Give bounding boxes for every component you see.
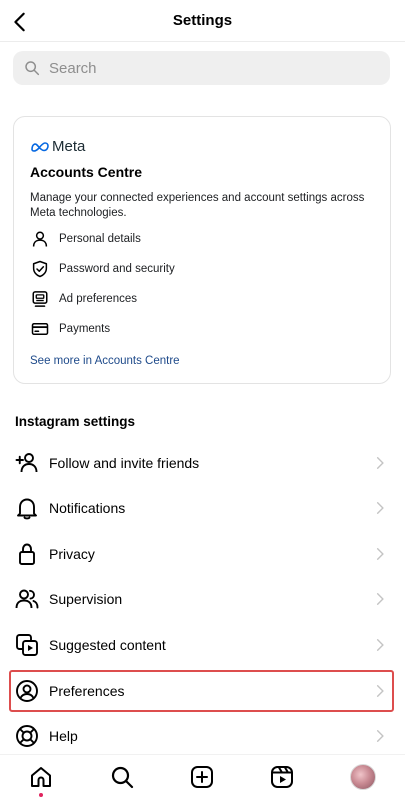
settings-item-privacy[interactable]: Privacy (0, 531, 405, 576)
settings-item-supervision[interactable]: Supervision (0, 576, 405, 621)
accounts-centre-description: Manage your connected experiences and ac… (30, 192, 365, 219)
settings-item-notifications[interactable]: Notifications (0, 485, 405, 530)
search-input[interactable] (49, 59, 349, 77)
card-item-label: Payments (59, 323, 111, 335)
settings-item-preferences[interactable]: Preferences (0, 668, 405, 713)
see-more-accounts-centre-link[interactable]: See more in Accounts Centre (30, 355, 180, 367)
section-title-instagram-settings: Instagram settings (15, 414, 136, 429)
bottom-nav (0, 754, 405, 800)
chevron-right-icon (376, 501, 384, 514)
notification-dot (39, 793, 43, 797)
chevron-right-icon (376, 592, 384, 605)
chevron-right-icon (376, 729, 384, 742)
search-icon (111, 766, 134, 789)
card-item-label: Password and security (59, 263, 175, 275)
account-circle-icon (14, 678, 40, 704)
card-item-label: Personal details (59, 233, 141, 245)
header: Settings (0, 0, 405, 42)
people-icon (14, 586, 40, 612)
search-icon (25, 61, 40, 76)
nav-reels-button[interactable] (268, 763, 296, 791)
settings-item-suggested-content[interactable]: Suggested content (0, 622, 405, 667)
card-item-ad-preferences[interactable]: Ad preferences (30, 287, 370, 311)
bell-icon (14, 495, 40, 521)
chevron-right-icon (376, 638, 384, 651)
nav-home-button[interactable] (27, 763, 55, 791)
avatar (350, 764, 376, 790)
accounts-centre-card[interactable]: Meta Accounts Centre Manage your connect… (13, 116, 391, 384)
settings-item-follow-invite[interactable]: Follow and invite friends (0, 440, 405, 485)
nav-profile-button[interactable] (349, 763, 377, 791)
card-item-label: Ad preferences (59, 293, 137, 305)
settings-screen: Settings Meta Accounts Centre Manage you… (0, 0, 405, 800)
home-icon (31, 767, 51, 787)
settings-item-label: Privacy (49, 545, 95, 562)
meta-infinity-icon (31, 141, 49, 152)
person-icon (30, 229, 50, 249)
nav-search-button[interactable] (108, 763, 136, 791)
chevron-right-icon (376, 456, 384, 469)
shield-check-icon (30, 259, 50, 279)
meta-logo: Meta (30, 138, 85, 155)
settings-item-label: Help (49, 727, 78, 744)
ad-monitor-icon (30, 289, 50, 309)
card-item-payments[interactable]: Payments (30, 317, 370, 341)
chevron-right-icon (376, 547, 384, 560)
search-bar[interactable] (13, 51, 390, 85)
chevron-right-icon (376, 684, 384, 697)
settings-item-label: Suggested content (49, 636, 166, 653)
lock-icon (14, 541, 40, 567)
reels-icon (271, 766, 293, 788)
suggested-content-icon (14, 632, 40, 658)
lifebuoy-icon (14, 723, 40, 749)
page-title: Settings (172, 12, 233, 29)
settings-item-help[interactable]: Help (0, 713, 405, 758)
card-item-password-security[interactable]: Password and security (30, 257, 370, 281)
settings-item-label: Supervision (49, 590, 123, 607)
meta-brand-text: Meta (52, 138, 86, 155)
settings-item-label: Preferences (49, 682, 125, 699)
add-person-icon (14, 450, 40, 476)
settings-item-label: Follow and invite friends (49, 454, 200, 471)
card-item-personal-details[interactable]: Personal details (30, 227, 370, 251)
settings-item-label: Notifications (49, 499, 126, 516)
accounts-centre-title: Accounts Centre (30, 164, 143, 180)
plus-square-icon (191, 766, 213, 788)
credit-card-icon (30, 319, 50, 339)
nav-create-button[interactable] (188, 763, 216, 791)
